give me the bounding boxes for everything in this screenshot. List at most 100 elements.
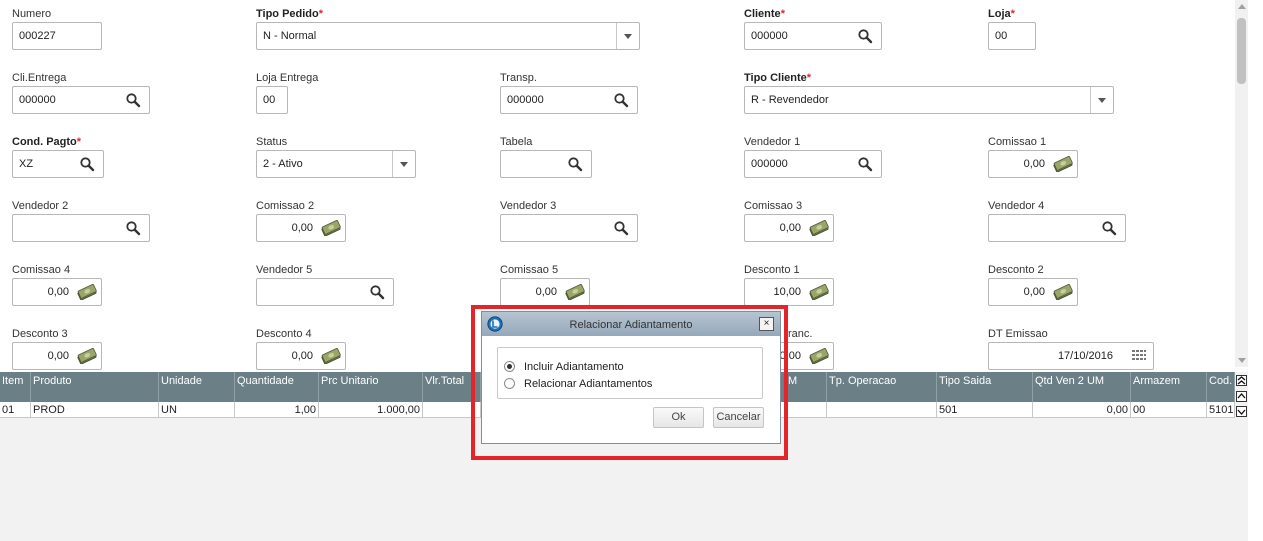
- comissao4-label: Comissao 4: [12, 264, 71, 276]
- tipo-pedido-select[interactable]: N - Normal: [256, 22, 640, 50]
- vendedor3-label: Vendedor 3: [500, 200, 557, 212]
- comissao1-label: Comissao 1: [988, 136, 1047, 148]
- cell-prc-unitario: 1.000,00: [319, 402, 423, 418]
- money-icon[interactable]: [1053, 156, 1073, 172]
- comissao3-field[interactable]: 0,00: [744, 214, 834, 242]
- tipo-pedido-value: N - Normal: [263, 30, 317, 42]
- vendedor4-field[interactable]: [988, 214, 1126, 242]
- comissao5-field[interactable]: 0,00: [500, 278, 590, 306]
- chevron-down-icon[interactable]: [1090, 87, 1113, 113]
- vendedor2-label: Vendedor 2: [12, 200, 69, 212]
- search-icon[interactable]: [613, 92, 629, 108]
- col-item[interactable]: Item: [0, 372, 31, 402]
- cliente-value: 000000: [751, 30, 788, 42]
- comissao5-label: Comissao 5: [500, 264, 559, 276]
- form-scrollbar[interactable]: [1235, 0, 1248, 367]
- money-icon[interactable]: [809, 348, 829, 364]
- chevron-down-icon[interactable]: [616, 23, 639, 49]
- col-produto[interactable]: Produto: [31, 372, 159, 402]
- double-up-icon[interactable]: [1236, 375, 1247, 386]
- loja-entrega-label: Loja Entrega: [256, 72, 319, 84]
- tabela-field[interactable]: [500, 150, 592, 178]
- comissao3-value: 0,00: [779, 222, 801, 234]
- money-icon[interactable]: [565, 284, 585, 300]
- col-tipo-saida[interactable]: Tipo Saida: [937, 372, 1033, 402]
- vendedor3-field[interactable]: [500, 214, 638, 242]
- cell-m: [786, 402, 827, 418]
- scrollbar-thumb[interactable]: [1237, 18, 1246, 84]
- status-select[interactable]: 2 - Ativo: [256, 150, 416, 178]
- search-icon[interactable]: [857, 156, 873, 172]
- money-icon[interactable]: [321, 220, 341, 236]
- status-value: 2 - Ativo: [263, 158, 303, 170]
- search-icon[interactable]: [613, 220, 629, 236]
- money-icon[interactable]: [77, 348, 97, 364]
- money-icon[interactable]: [1053, 284, 1073, 300]
- search-icon[interactable]: [79, 156, 95, 172]
- col-prc-unitario[interactable]: Prc Unitario: [319, 372, 423, 402]
- money-icon[interactable]: [809, 220, 829, 236]
- money-icon[interactable]: [321, 348, 341, 364]
- vendedor1-field[interactable]: 000000: [744, 150, 882, 178]
- comissao2-value: 0,00: [291, 222, 313, 234]
- highlight-frame: [471, 305, 788, 460]
- tipo-cliente-label: Tipo Cliente*: [744, 72, 812, 84]
- desconto2-field[interactable]: 0,00: [988, 278, 1078, 306]
- search-icon[interactable]: [857, 28, 873, 44]
- vendedor5-field[interactable]: [256, 278, 394, 306]
- loja-entrega-field[interactable]: 00: [256, 86, 288, 114]
- desconto3-field[interactable]: 0,00: [12, 342, 102, 370]
- cell-armazem: 00: [1131, 402, 1207, 418]
- tabela-label: Tabela: [500, 136, 533, 148]
- transp-field[interactable]: 000000: [500, 86, 638, 114]
- scroll-up-icon[interactable]: [1238, 4, 1246, 9]
- desconto4-value: 0,00: [291, 350, 313, 362]
- cell-cod: 5101: [1207, 402, 1235, 418]
- search-icon[interactable]: [1101, 220, 1117, 236]
- desconto4-label: Desconto 4: [256, 328, 312, 340]
- down-icon[interactable]: [1236, 406, 1247, 417]
- dt-emissao-field[interactable]: 17/10/2016: [988, 342, 1154, 370]
- desconto1-field[interactable]: 10,00: [744, 278, 834, 306]
- money-icon[interactable]: [77, 284, 97, 300]
- chevron-down-icon[interactable]: [392, 151, 415, 177]
- col-armazem[interactable]: Armazem: [1131, 372, 1207, 402]
- up-icon[interactable]: [1236, 391, 1247, 402]
- search-icon[interactable]: [125, 220, 141, 236]
- search-icon[interactable]: [567, 156, 583, 172]
- scroll-down-icon[interactable]: [1238, 358, 1246, 363]
- cell-produto: PROD: [31, 402, 159, 418]
- comissao4-value: 0,00: [47, 286, 69, 298]
- transp-label: Transp.: [500, 72, 537, 84]
- desconto1-label: Desconto 1: [744, 264, 800, 276]
- col-qtd-ven-2um[interactable]: Qtd Ven 2 UM: [1033, 372, 1131, 402]
- comissao2-field[interactable]: 0,00: [256, 214, 346, 242]
- comissao1-field[interactable]: 0,00: [988, 150, 1078, 178]
- cli-entrega-field[interactable]: 000000: [12, 86, 150, 114]
- col-m[interactable]: M: [786, 372, 827, 402]
- loja-field[interactable]: 00: [988, 22, 1036, 50]
- col-quantidade[interactable]: Quantidade: [235, 372, 319, 402]
- tipo-pedido-label: Tipo Pedido*: [256, 8, 324, 20]
- grid-nav: [1235, 372, 1248, 541]
- desconto3-value: 0,00: [47, 350, 69, 362]
- numero-label: Numero: [12, 8, 52, 20]
- cond-pagto-field[interactable]: XZ: [12, 150, 104, 178]
- comissao5-value: 0,00: [535, 286, 557, 298]
- comissao4-field[interactable]: 0,00: [12, 278, 102, 306]
- comissao1-value: 0,00: [1023, 158, 1045, 170]
- money-icon[interactable]: [809, 284, 829, 300]
- col-cod[interactable]: Cod.: [1207, 372, 1235, 402]
- calendar-icon[interactable]: [1131, 348, 1147, 364]
- numero-field[interactable]: 000227: [12, 22, 102, 50]
- col-tp-operacao[interactable]: Tp. Operacao: [827, 372, 937, 402]
- comissao3-label: Comissao 3: [744, 200, 803, 212]
- col-unidade[interactable]: Unidade: [159, 372, 235, 402]
- vendedor2-field[interactable]: [12, 214, 150, 242]
- desconto4-field[interactable]: 0,00: [256, 342, 346, 370]
- search-icon[interactable]: [125, 92, 141, 108]
- cliente-field[interactable]: 000000: [744, 22, 882, 50]
- tipo-cliente-select[interactable]: R - Revendedor: [744, 86, 1114, 114]
- desconto3-label: Desconto 3: [12, 328, 68, 340]
- search-icon[interactable]: [369, 284, 385, 300]
